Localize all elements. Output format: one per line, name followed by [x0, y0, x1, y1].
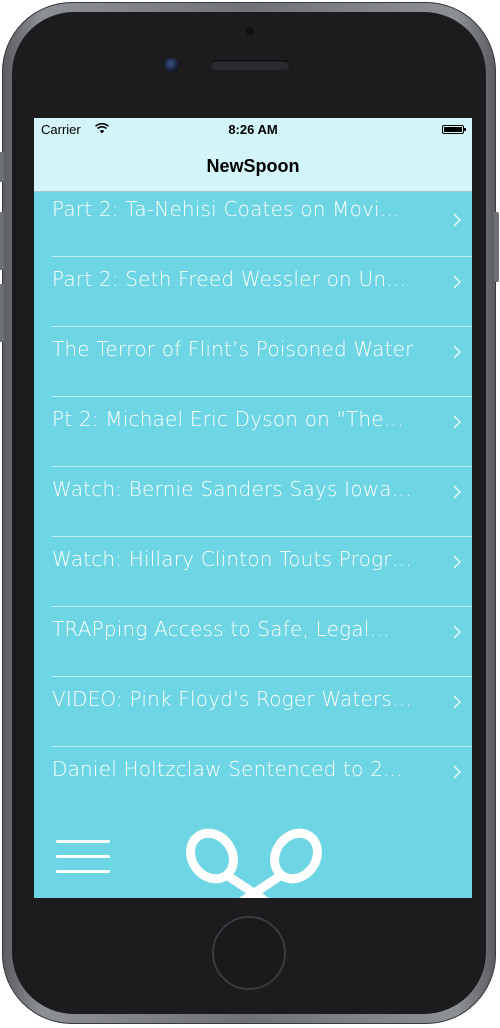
article-row[interactable]: Watch: Bernie Sanders Says Iowa…	[52, 467, 472, 537]
article-row[interactable]: Part 2: Ta-Nehisi Coates on Movi…	[52, 193, 472, 257]
volume-up-button	[0, 212, 4, 270]
article-row[interactable]: Part 2: Seth Freed Wessler on Un…	[52, 257, 472, 327]
article-row[interactable]: VIDEO: Pink Floyd's Roger Waters…	[52, 677, 472, 747]
power-button	[494, 212, 499, 282]
clock: 8:26 AM	[228, 122, 278, 137]
mute-switch	[0, 152, 4, 182]
chevron-right-icon	[453, 275, 462, 289]
battery-icon	[442, 125, 466, 134]
article-title: Daniel Holtzclaw Sentenced to 2…	[52, 757, 404, 781]
article-row[interactable]: Watch: Hillary Clinton Touts Progr…	[52, 537, 472, 607]
article-title: Pt 2: Michael Eric Dyson on "The…	[52, 407, 405, 431]
article-title: Watch: Bernie Sanders Says Iowa…	[52, 477, 412, 501]
article-title: Part 2: Ta-Nehisi Coates on Movi…	[52, 197, 401, 221]
chevron-right-icon	[453, 485, 462, 499]
chevron-right-icon	[453, 213, 462, 227]
status-bar: Carrier 8:26 AM	[34, 118, 472, 140]
earpiece-speaker	[210, 60, 290, 70]
article-title: TRAPping Access to Safe, Legal…	[52, 617, 390, 641]
article-title: The Terror of Flint’s Poisoned Water	[52, 337, 414, 361]
chevron-right-icon	[453, 555, 462, 569]
chevron-right-icon	[453, 345, 462, 359]
article-row[interactable]: TRAPping Access to Safe, Legal…	[52, 607, 472, 677]
navigation-bar: NewSpoon	[34, 140, 472, 192]
article-row[interactable]: The Terror of Flint’s Poisoned Water	[52, 327, 472, 397]
volume-down-button	[0, 284, 4, 342]
article-row[interactable]: Daniel Holtzclaw Sentenced to 2…	[52, 747, 472, 817]
chevron-right-icon	[453, 625, 462, 639]
hamburger-menu-icon[interactable]	[56, 840, 110, 874]
article-title: Watch: Hillary Clinton Touts Progr…	[52, 547, 412, 571]
article-row[interactable]: Pt 2: Michael Eric Dyson on "The…	[52, 397, 472, 467]
bottom-toolbar	[34, 818, 472, 898]
article-title: VIDEO: Pink Floyd's Roger Waters…	[52, 687, 413, 711]
front-camera-icon	[165, 58, 179, 72]
article-list: Part 2: Ta-Nehisi Coates on Movi… Part 2…	[34, 193, 472, 817]
crossed-spoons-icon	[186, 828, 322, 898]
home-button[interactable]	[212, 916, 286, 990]
app-screen: Carrier 8:26 AM NewSpoon Part 2: Ta-Nehi…	[34, 118, 472, 898]
chevron-right-icon	[453, 415, 462, 429]
chevron-right-icon	[453, 695, 462, 709]
chevron-right-icon	[453, 765, 462, 779]
page-title: NewSpoon	[206, 156, 300, 176]
proximity-sensor	[246, 27, 254, 35]
article-title: Part 2: Seth Freed Wessler on Un…	[52, 267, 407, 291]
